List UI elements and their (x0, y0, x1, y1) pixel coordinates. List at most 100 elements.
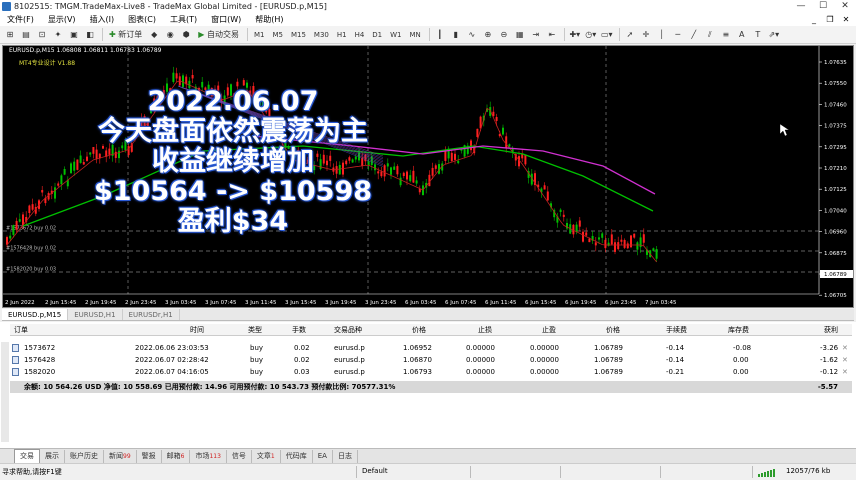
timeframe-m30[interactable]: M30 (311, 28, 332, 42)
timeframe-h1[interactable]: H1 (334, 28, 350, 42)
text-tool-icon[interactable]: A (735, 28, 749, 42)
fibonacci-icon[interactable]: ≡ (719, 28, 733, 42)
timeframe-mn[interactable]: MN (407, 28, 424, 42)
col-symbol[interactable]: 交易品种 (334, 324, 362, 336)
close-order-icon[interactable]: ✕ (842, 342, 848, 354)
profiles-icon[interactable]: ▤ (19, 28, 33, 42)
close-order-icon[interactable]: ✕ (842, 354, 848, 366)
col-profit[interactable]: 获利 (824, 324, 838, 336)
col-type[interactable]: 类型 (248, 324, 262, 336)
chart-tab-eurusdr-h1[interactable]: EURUSDr,H1 (123, 309, 180, 320)
menu-window[interactable]: 窗口(W) (204, 13, 248, 26)
col-open-price[interactable]: 价格 (412, 324, 426, 336)
minimize-button[interactable]: — (790, 0, 812, 13)
candle-body (18, 219, 21, 222)
account-icon[interactable]: ◉ (163, 28, 177, 42)
col-swap[interactable]: 库存费 (728, 324, 749, 336)
candle-body (578, 220, 581, 227)
periods-icon[interactable]: ◷▾ (584, 28, 598, 42)
bar-chart-icon[interactable]: ┃ (433, 28, 447, 42)
zoom-in-icon[interactable]: ⊕ (481, 28, 495, 42)
mdi-restore-icon[interactable]: ❐ (822, 13, 838, 26)
order-row[interactable]: 1582020 2022.06.07 04:16:05 buy 0.03 eur… (10, 366, 852, 378)
price-chart[interactable]: 1.07635 1.07550 1.07460 1.07375 1.07295 1.072… (2, 45, 854, 308)
col-time[interactable]: 时间 (190, 324, 204, 336)
zoom-out-icon[interactable]: ⊖ (497, 28, 511, 42)
close-order-icon[interactable]: ✕ (842, 366, 848, 378)
tab-signals[interactable]: 信号 (227, 449, 252, 463)
tile-windows-icon[interactable]: ▦ (513, 28, 527, 42)
tab-account-history[interactable]: 账户历史 (65, 449, 104, 463)
channel-icon[interactable]: ⫽ (703, 28, 717, 42)
templates-icon[interactable]: ▭▾ (600, 28, 614, 42)
candlestick-icon[interactable]: ▮ (449, 28, 463, 42)
caption-balance: $10564 -> $10598 (93, 176, 373, 207)
menu-insert[interactable]: 插入(I) (83, 13, 122, 26)
trendline-icon[interactable]: ╱ (687, 28, 701, 42)
price-tick-label: 1.07295 (824, 145, 847, 151)
timeframe-m5[interactable]: M5 (269, 28, 286, 42)
chart-tab-eurusd-h1[interactable]: EURUSD,H1 (68, 309, 123, 320)
close-button[interactable]: ✕ (834, 0, 856, 13)
col-tp[interactable]: 止盈 (542, 324, 556, 336)
navigator-icon[interactable]: ✦ (51, 28, 65, 42)
autotrading-button[interactable]: ▶ 自动交易 (195, 28, 242, 42)
options-icon[interactable]: ⬢ (179, 28, 193, 42)
tab-trade[interactable]: 交易 (14, 449, 40, 463)
tab-code-base[interactable]: 代码库 (281, 449, 313, 463)
new-chart-icon[interactable]: ⊞ (3, 28, 17, 42)
timeframe-m1[interactable]: M1 (251, 28, 268, 42)
crosshair-icon[interactable]: ✛ (639, 28, 653, 42)
menu-file[interactable]: 文件(F) (0, 13, 41, 26)
tab-exposure[interactable]: 展示 (40, 449, 65, 463)
tab-market[interactable]: 市场113 (190, 449, 227, 463)
horizontal-line-icon[interactable]: ─ (671, 28, 685, 42)
caption-line-2: 收益继续增加 (152, 146, 314, 177)
tab-experts[interactable]: EA (313, 449, 333, 463)
menu-help[interactable]: 帮助(H) (248, 13, 290, 26)
balance-row: 余额: 10 564.26 USD 净值: 10 558.69 已用预付款: 1… (10, 381, 852, 393)
label-tool-icon[interactable]: T (751, 28, 765, 42)
mdi-close-icon[interactable]: ✕ (838, 13, 854, 26)
tab-alerts[interactable]: 警报 (137, 449, 162, 463)
col-sl[interactable]: 止损 (478, 324, 492, 336)
connection-bars-icon (758, 468, 780, 477)
mailbox-badge: 6 (180, 452, 185, 460)
vertical-line-icon[interactable]: │ (655, 28, 669, 42)
auto-scroll-icon[interactable]: ⇥ (529, 28, 543, 42)
tester-icon[interactable]: ◧ (83, 28, 97, 42)
menu-tools[interactable]: 工具(T) (163, 13, 204, 26)
menu-charts[interactable]: 图表(C) (121, 13, 163, 26)
timeframe-h4[interactable]: H4 (352, 28, 368, 42)
col-price[interactable]: 价格 (606, 324, 620, 336)
tab-journal[interactable]: 日志 (333, 449, 358, 463)
candle-body (242, 80, 245, 86)
mdi-minimize-icon[interactable]: _ (806, 13, 822, 26)
maximize-button[interactable]: ☐ (812, 0, 834, 13)
candle-body (12, 225, 15, 235)
market-watch-icon[interactable]: ⊡ (35, 28, 49, 42)
metaeditor-icon[interactable]: ◆ (147, 28, 161, 42)
tab-news[interactable]: 新闻99 (104, 449, 137, 463)
order-row[interactable]: 1576428 2022.06.07 02:28:42 buy 0.02 eur… (10, 354, 852, 366)
new-order-button[interactable]: ✚ 新订单 (106, 28, 145, 42)
tab-mailbox[interactable]: 邮箱6 (162, 449, 191, 463)
candle-body (620, 239, 623, 242)
tab-articles[interactable]: 文章1 (252, 449, 281, 463)
chart-tab-eurusd-p-m15[interactable]: EURUSD.p,M15 (2, 309, 69, 320)
col-lots[interactable]: 手数 (292, 324, 306, 336)
order-row[interactable]: 1573672 2022.06.06 23:03:53 buy 0.02 eur… (10, 342, 852, 354)
chart-shift-icon[interactable]: ⇤ (545, 28, 559, 42)
timeframe-m15[interactable]: M15 (288, 28, 309, 42)
line-chart-icon[interactable]: ∿ (465, 28, 479, 42)
timeframe-d1[interactable]: D1 (369, 28, 385, 42)
terminal-icon[interactable]: ▣ (67, 28, 81, 42)
orders-table-header: 订单 时间 类型 手数 交易品种 价格 止损 止盈 价格 手续费 库存费 获利 (10, 324, 852, 336)
col-ticket[interactable]: 订单 (14, 324, 28, 336)
indicators-icon[interactable]: ✚▾ (568, 28, 582, 42)
arrows-tool-icon[interactable]: ⇗▾ (767, 28, 781, 42)
cursor-icon[interactable]: ➚ (623, 28, 637, 42)
col-commission[interactable]: 手续费 (666, 324, 687, 336)
timeframe-w1[interactable]: W1 (387, 28, 404, 42)
menu-view[interactable]: 显示(V) (41, 13, 83, 26)
